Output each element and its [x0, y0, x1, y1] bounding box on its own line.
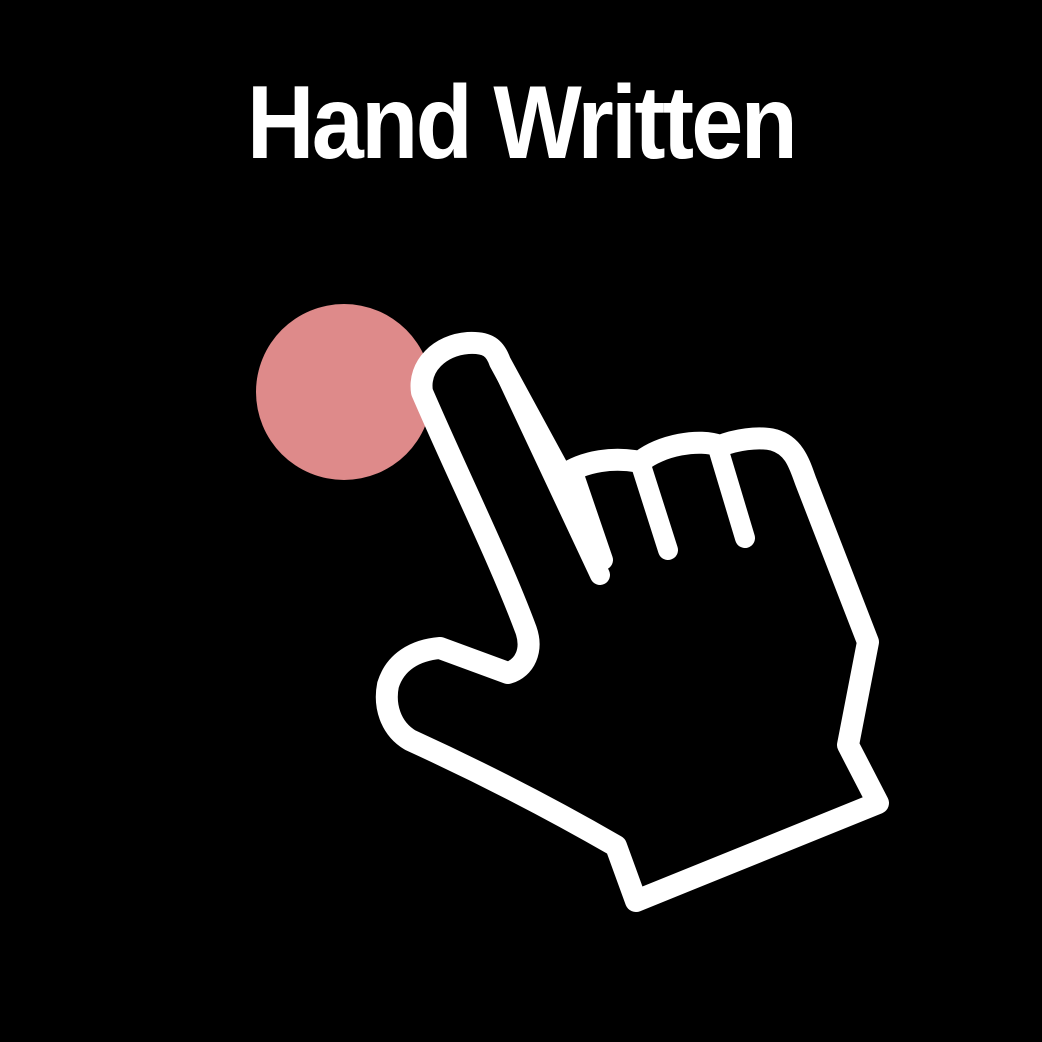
hand-illustration — [256, 304, 889, 912]
touch-point-icon — [256, 304, 432, 480]
app-icon[interactable]: Hand Written — [0, 0, 1042, 1042]
pointing-hand-icon — [375, 331, 889, 912]
